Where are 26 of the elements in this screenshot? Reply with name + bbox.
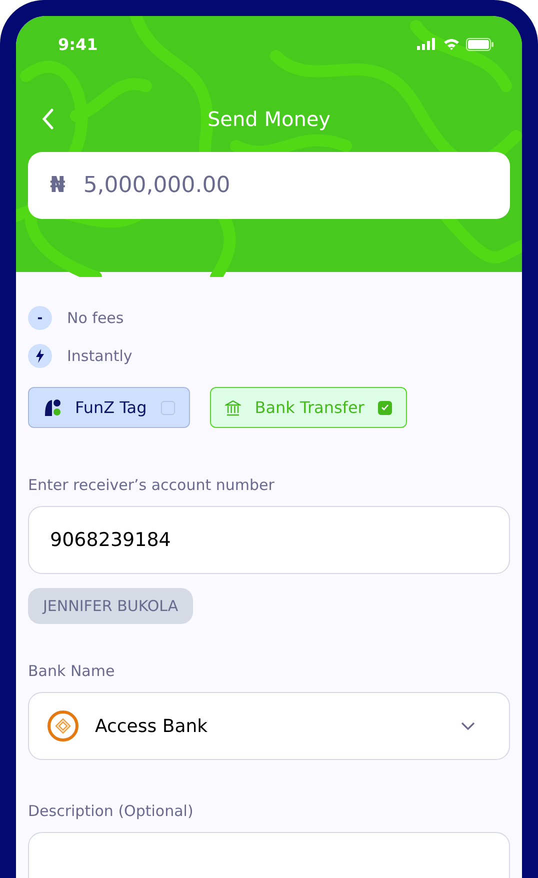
wifi-icon xyxy=(443,38,460,50)
checkbox[interactable] xyxy=(160,400,175,414)
feature-label: No fees xyxy=(67,309,124,327)
check-icon xyxy=(381,404,390,411)
status-time: 9:41 xyxy=(58,34,98,54)
transfer-option[interactable]: FunZ Tag xyxy=(28,387,190,428)
bank-logo-icon xyxy=(47,710,79,742)
amount-value: 5,000,000.00 xyxy=(83,173,230,198)
field-label: Description (Optional) xyxy=(28,802,194,820)
checkbox[interactable] xyxy=(378,400,392,414)
battery-icon xyxy=(466,38,494,50)
currency-symbol: ₦ xyxy=(50,173,66,198)
screen-title: Send Money xyxy=(207,107,331,131)
account-number-field[interactable]: 9068239184 xyxy=(28,506,510,574)
field-label: Enter receiver’s account number xyxy=(28,476,276,494)
dash-icon: - xyxy=(28,306,52,330)
bank-select[interactable]: Access Bank xyxy=(28,692,510,760)
feature-label: Instantly xyxy=(67,347,132,365)
account-name: JENNIFER BUKOLA xyxy=(28,588,194,624)
signal-icon xyxy=(417,38,437,50)
logo-icon xyxy=(43,398,61,418)
chevron-down-icon xyxy=(461,722,475,730)
field-label: Bank Name xyxy=(28,662,116,680)
bank-icon xyxy=(224,400,241,416)
amount-field[interactable]: ₦ 5,000,000.00 xyxy=(28,152,510,219)
lightning-icon xyxy=(28,344,52,368)
